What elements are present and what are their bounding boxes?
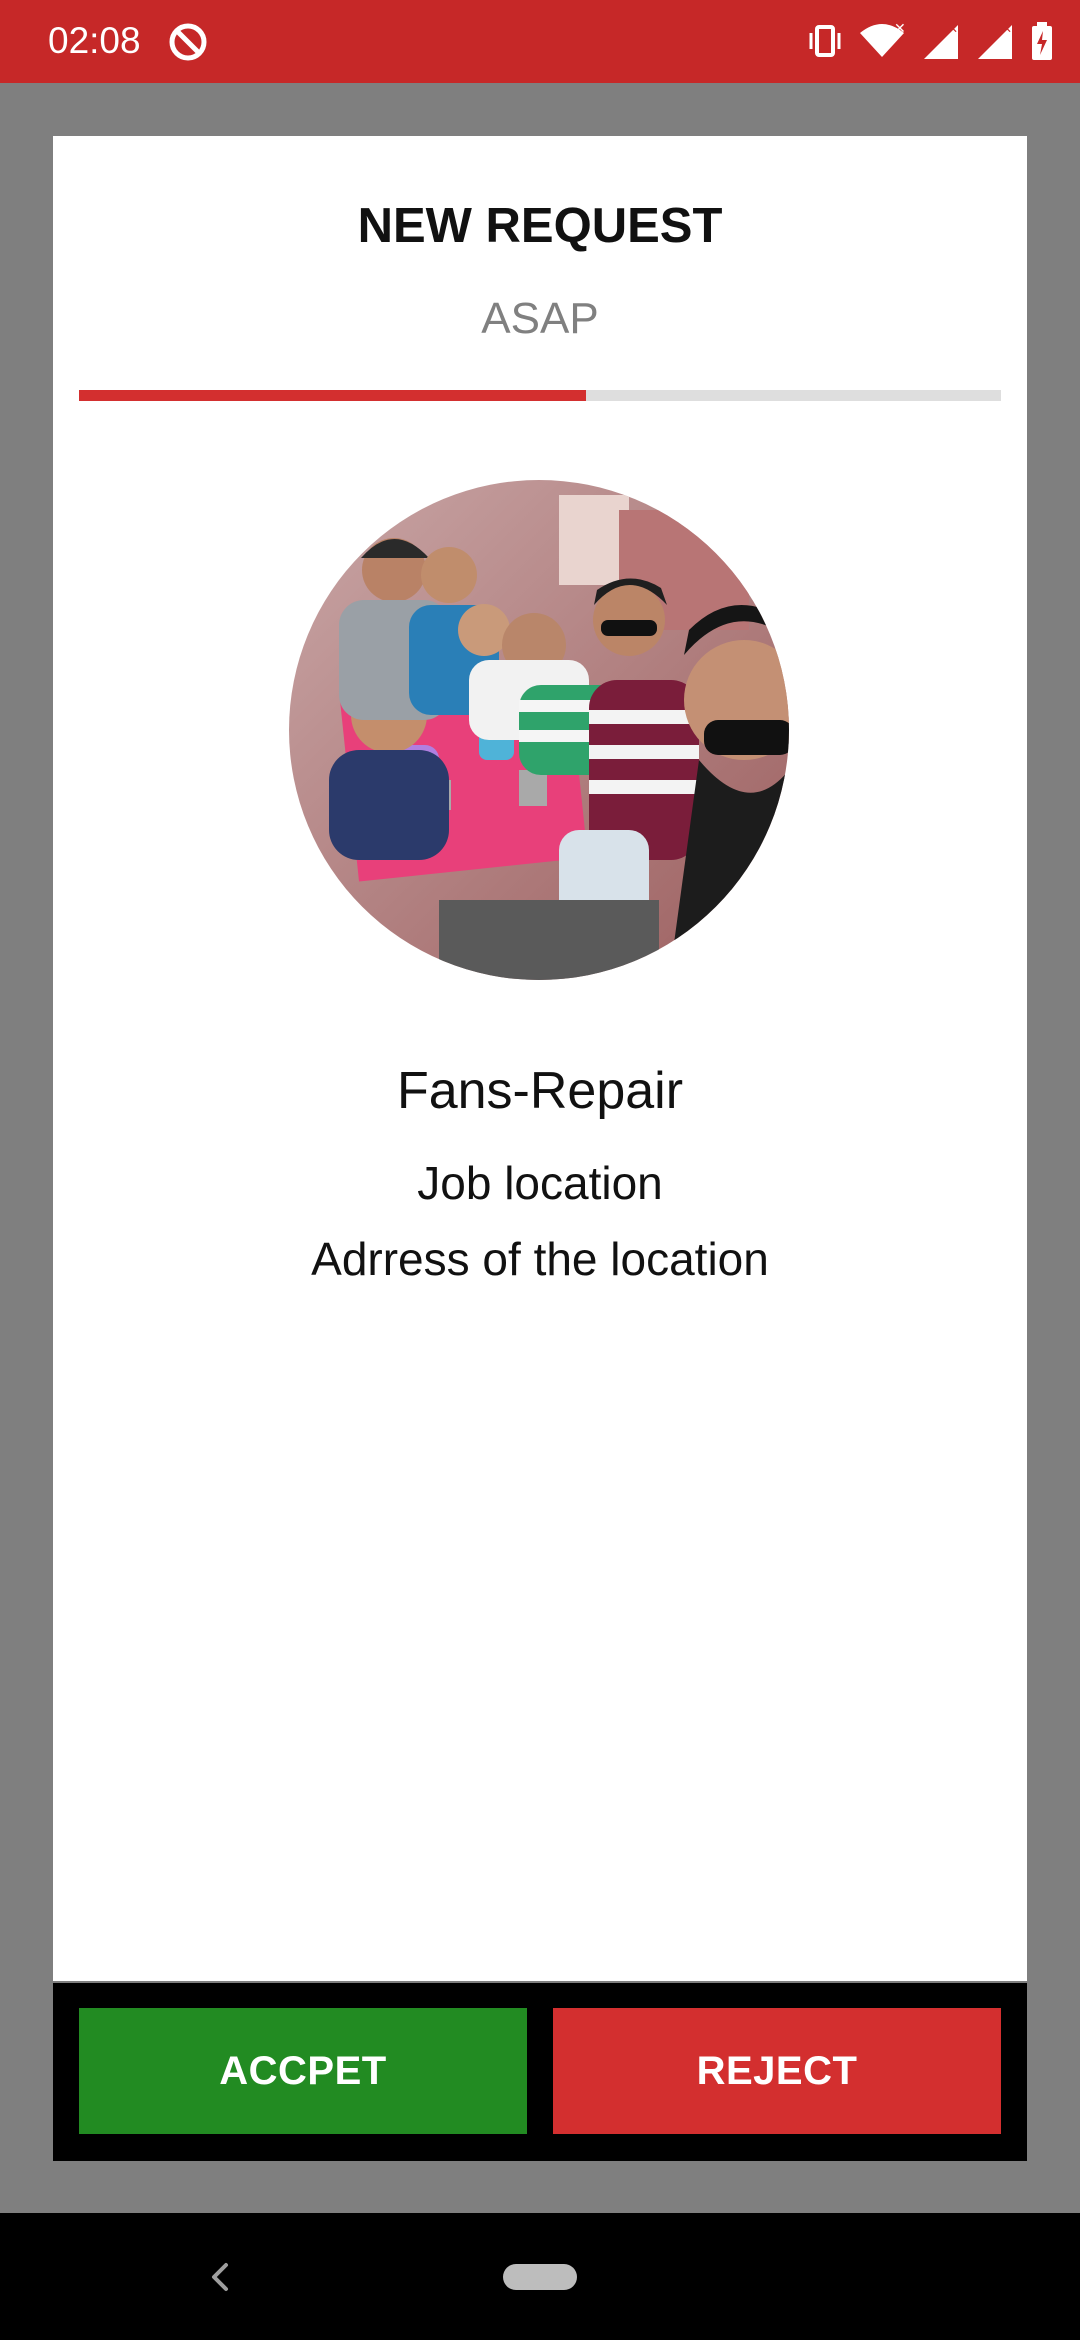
back-icon[interactable] (204, 2255, 238, 2299)
svg-text:✕: ✕ (894, 21, 906, 37)
dialog-title: NEW REQUEST (357, 199, 723, 253)
app-notification-icon (168, 22, 208, 62)
svg-text:✕: ✕ (1002, 22, 1012, 36)
customer-avatar (289, 480, 789, 980)
home-pill-icon[interactable] (503, 2264, 577, 2290)
battery-charging-icon (1030, 21, 1054, 61)
countdown-progress-bar (79, 390, 1001, 401)
countdown-progress-fill (79, 390, 587, 401)
job-location-label: Job location (417, 1157, 663, 1209)
signal-icon: ✕ (922, 21, 962, 61)
signal-icon: ✕ (976, 21, 1016, 61)
svg-text:✕: ✕ (948, 22, 958, 36)
action-bar: ACCPET REJECT (53, 1983, 1027, 2161)
navigation-bar (0, 2213, 1080, 2340)
job-address: Adrress of the location (311, 1233, 769, 1285)
accept-button[interactable]: ACCPET (79, 2008, 527, 2134)
vibrate-icon (806, 24, 844, 58)
new-request-dialog: NEW REQUEST ASAP Fans-Repair Job locatio… (53, 136, 1027, 1981)
status-icons: ✕ ✕ ✕ (806, 18, 1054, 64)
service-name: Fans-Repair (396, 1062, 684, 1120)
request-timing: ASAP (481, 294, 599, 343)
status-bar: 02:08 ✕ ✕ ✕ (0, 0, 1080, 83)
status-time: 02:08 (48, 20, 141, 61)
reject-button[interactable]: REJECT (553, 2008, 1001, 2134)
wifi-icon: ✕ (858, 21, 908, 61)
